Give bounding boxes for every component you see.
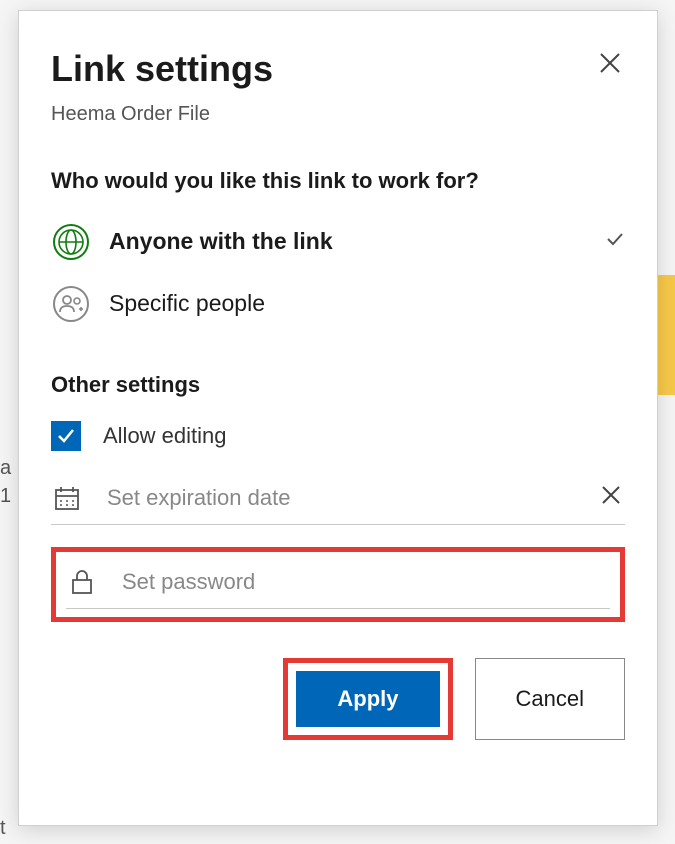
option-specific-people[interactable]: Specific people <box>51 284 625 324</box>
dialog-title: Link settings <box>51 49 273 89</box>
close-icon[interactable] <box>595 49 625 81</box>
dialog-buttons: Apply Cancel <box>51 658 625 740</box>
option-anyone-with-link[interactable]: Anyone with the link <box>51 222 625 262</box>
password-field-row <box>66 566 610 609</box>
cancel-button[interactable]: Cancel <box>475 658 625 740</box>
option-label: Specific people <box>109 290 625 317</box>
clear-expiration-icon[interactable] <box>597 484 625 512</box>
expiration-input[interactable] <box>105 484 597 512</box>
background-text: a 1 <box>0 454 11 510</box>
audience-question: Who would you like this link to work for… <box>51 168 625 194</box>
option-label: Anyone with the link <box>109 228 605 255</box>
dialog-subtitle: Heema Order File <box>51 103 625 126</box>
password-highlight <box>51 547 625 622</box>
other-settings-header: Other settings <box>51 372 625 398</box>
expiration-field-row <box>51 482 625 525</box>
allow-editing-row[interactable]: Allow editing <box>51 416 625 456</box>
checkmark-icon <box>605 229 625 255</box>
globe-icon <box>51 222 91 262</box>
link-settings-dialog: Link settings Heema Order File Who would… <box>18 10 658 826</box>
calendar-icon <box>51 482 83 514</box>
password-input[interactable] <box>120 568 610 596</box>
lock-icon <box>66 566 98 598</box>
allow-editing-checkbox[interactable] <box>51 421 81 451</box>
background-text: t <box>0 817 6 840</box>
allow-editing-label: Allow editing <box>103 423 227 449</box>
apply-highlight: Apply <box>283 658 452 740</box>
apply-button[interactable]: Apply <box>296 671 439 727</box>
people-icon <box>51 284 91 324</box>
